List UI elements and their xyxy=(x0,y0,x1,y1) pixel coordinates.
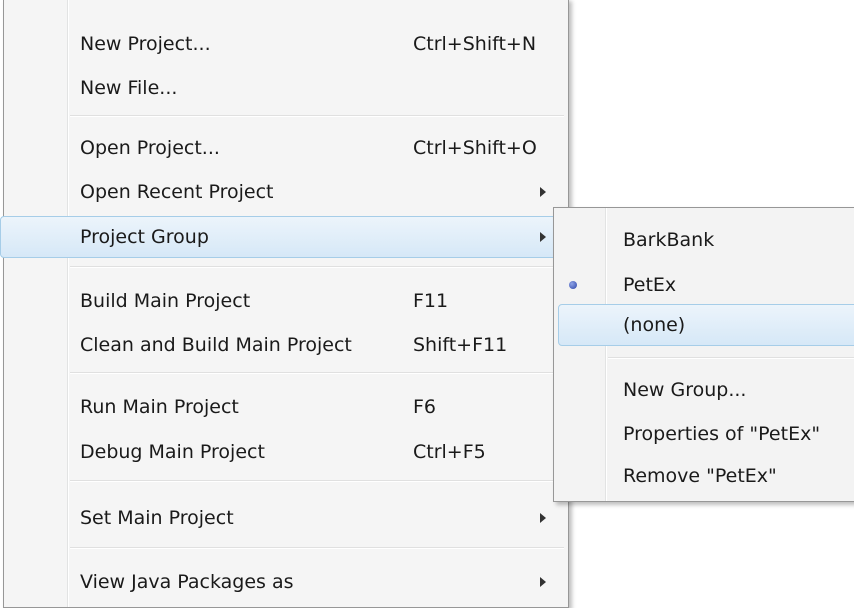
menu-separator xyxy=(70,372,564,374)
project-context-menu: New Project... Ctrl+Shift+N New File... … xyxy=(0,0,569,608)
menu-separator xyxy=(70,547,564,549)
menu-item-label: Set Main Project xyxy=(80,507,234,529)
menu-item-shortcut: Ctrl+Shift+N xyxy=(413,33,537,55)
menu-item-open-project[interactable]: Open Project... Ctrl+Shift+O xyxy=(4,126,568,170)
submenu-item-properties-of-petex[interactable]: Properties of "PetEx" xyxy=(554,412,854,456)
menu-item-shortcut: F11 xyxy=(413,290,449,312)
menu-item-label: Run Main Project xyxy=(80,396,239,418)
menu-item-open-recent-project[interactable]: Open Recent Project xyxy=(4,170,568,214)
submenu-item-remove-petex[interactable]: Remove "PetEx" xyxy=(554,454,854,498)
menu-separator xyxy=(70,266,564,268)
menu-item-new-project[interactable]: New Project... Ctrl+Shift+N xyxy=(4,22,568,66)
menu-item-shortcut: Shift+F11 xyxy=(413,334,508,356)
menu-item-label: Clean and Build Main Project xyxy=(80,334,352,356)
menu-item-label: Open Project... xyxy=(80,137,220,159)
submenu-item-none[interactable]: (none) xyxy=(554,303,854,347)
menu-item-label: PetEx xyxy=(623,274,677,296)
menu-item-label: Project Group xyxy=(80,226,209,248)
chevron-right-icon xyxy=(540,577,546,587)
menu-item-new-file[interactable]: New File... xyxy=(4,66,568,110)
menu-item-shortcut: Ctrl+F5 xyxy=(413,441,486,463)
menu-item-label: New File... xyxy=(80,77,178,99)
menu-item-label: (none) xyxy=(623,314,686,336)
menu-item-label: View Java Packages as xyxy=(80,571,294,593)
menu-separator xyxy=(70,115,564,117)
menu-item-run-main-project[interactable]: Run Main Project F6 xyxy=(4,385,568,429)
menu-item-label: Open Recent Project xyxy=(80,181,274,203)
menu-item-debug-main-project[interactable]: Debug Main Project Ctrl+F5 xyxy=(4,430,568,474)
menu-separator xyxy=(70,480,564,482)
chevron-right-icon xyxy=(540,513,546,523)
menu-item-label: New Project... xyxy=(80,33,211,55)
menu-item-project-group[interactable]: Project Group xyxy=(4,215,568,259)
project-group-submenu: BarkBank PetEx (none) New Group... Prope… xyxy=(553,207,854,502)
menu-item-set-main-project[interactable]: Set Main Project xyxy=(4,496,568,540)
menu-item-label: Debug Main Project xyxy=(80,441,265,463)
menu-item-label: Build Main Project xyxy=(80,290,251,312)
menu-item-label: New Group... xyxy=(623,379,747,401)
submenu-item-new-group[interactable]: New Group... xyxy=(554,368,854,412)
menu-item-view-java-packages-as[interactable]: View Java Packages as xyxy=(4,560,568,604)
menu-item-shortcut: F6 xyxy=(413,396,437,418)
menu-item-shortcut: Ctrl+Shift+O xyxy=(413,137,537,159)
menu-item-label: BarkBank xyxy=(623,229,715,251)
submenu-item-petex[interactable]: PetEx xyxy=(554,263,854,307)
chevron-right-icon xyxy=(540,187,546,197)
submenu-item-barkbank[interactable]: BarkBank xyxy=(554,218,854,262)
menu-item-clean-and-build-main-project[interactable]: Clean and Build Main Project Shift+F11 xyxy=(4,323,568,367)
menu-separator xyxy=(608,357,854,359)
chevron-right-icon xyxy=(540,232,546,242)
menu-item-label: Remove "PetEx" xyxy=(623,465,777,487)
menu-item-build-main-project[interactable]: Build Main Project F11 xyxy=(4,279,568,323)
menu-item-label: Properties of "PetEx" xyxy=(623,423,821,445)
radio-selected-icon xyxy=(569,281,577,289)
